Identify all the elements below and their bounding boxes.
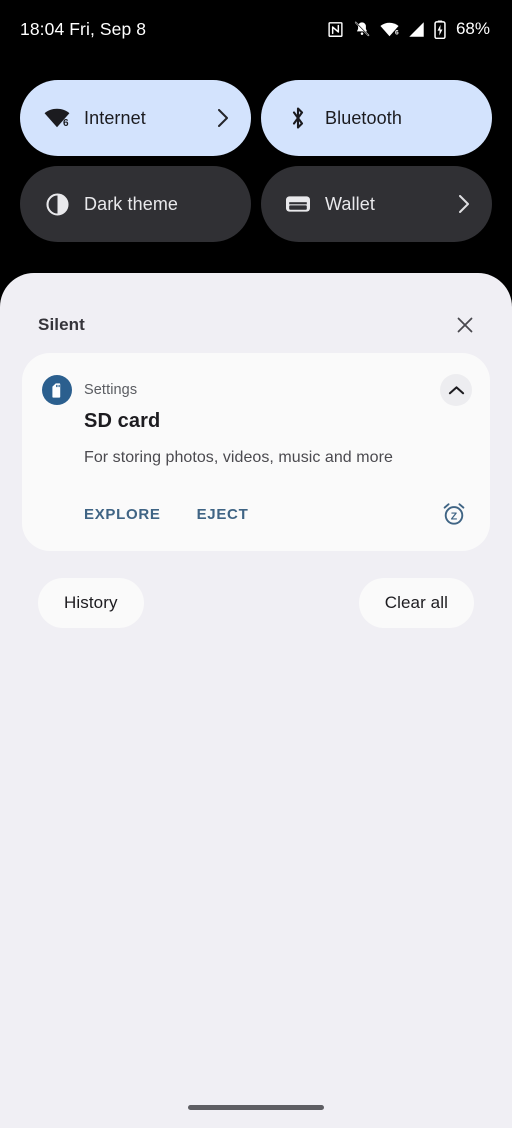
notification-app-name: Settings (84, 382, 138, 398)
svg-text:6: 6 (395, 29, 399, 36)
status-bar-clock: 18:04 Fri, Sep 8 (20, 18, 147, 39)
qs-tile-internet[interactable]: 6 Internet (20, 80, 251, 156)
status-bar-icons: 6 68% (327, 19, 490, 39)
notification-section-header: Silent (0, 306, 512, 344)
clear-all-button[interactable]: Clear all (358, 578, 474, 628)
notification-header: Settings (42, 374, 472, 406)
cellular-signal-icon (408, 21, 425, 38)
quick-settings-grid: 6 Internet Bluetooth Dark theme Wallet (20, 80, 492, 242)
notification-section-title: Silent (38, 315, 85, 334)
notification-shade: Silent Settings SD card For storing phot… (0, 273, 512, 1128)
qs-tile-bluetooth[interactable]: Bluetooth (261, 80, 492, 156)
wallet-icon (285, 191, 311, 217)
wifi-icon: 6 (380, 21, 399, 38)
gesture-nav-handle[interactable] (188, 1105, 324, 1110)
qs-tile-dark-theme[interactable]: Dark theme (20, 166, 251, 242)
notification-card[interactable]: Settings SD card For storing photos, vid… (22, 353, 490, 551)
notifications-muted-icon (353, 20, 371, 38)
chevron-up-icon[interactable] (440, 374, 472, 406)
snooze-alarm-icon[interactable]: Z (438, 498, 470, 530)
notification-body-text: For storing photos, videos, music and mo… (84, 449, 393, 466)
battery-percent-label: 68% (455, 19, 490, 38)
notification-title: SD card (84, 410, 161, 432)
svg-text:6: 6 (63, 118, 69, 129)
close-icon[interactable] (452, 312, 478, 338)
history-button[interactable]: History (38, 578, 144, 628)
shade-footer: History Clear all (0, 575, 512, 631)
bluetooth-icon (285, 105, 311, 131)
nfc-icon (327, 21, 344, 38)
contrast-icon (44, 191, 70, 217)
phone-screen: 18:04 Fri, Sep 8 6 68% 6 Internet Blueto… (0, 0, 512, 1128)
chevron-right-icon[interactable] (213, 108, 233, 128)
svg-text:Z: Z (451, 511, 458, 523)
chevron-right-icon[interactable] (454, 194, 474, 214)
qs-tile-label: Bluetooth (325, 107, 402, 128)
notification-actions: EXPLORE EJECT Z (84, 495, 470, 533)
qs-tile-label: Dark theme (84, 193, 179, 214)
wifi-icon: 6 (44, 105, 70, 131)
qs-tile-wallet[interactable]: Wallet (261, 166, 492, 242)
status-bar: 18:04 Fri, Sep 8 6 68% (0, 0, 512, 58)
explore-button[interactable]: EXPLORE (84, 500, 171, 529)
qs-tile-label: Internet (84, 107, 146, 128)
eject-button[interactable]: EJECT (197, 500, 259, 529)
sd-card-icon (42, 375, 72, 405)
battery-icon (434, 19, 446, 39)
qs-tile-label: Wallet (325, 193, 375, 214)
